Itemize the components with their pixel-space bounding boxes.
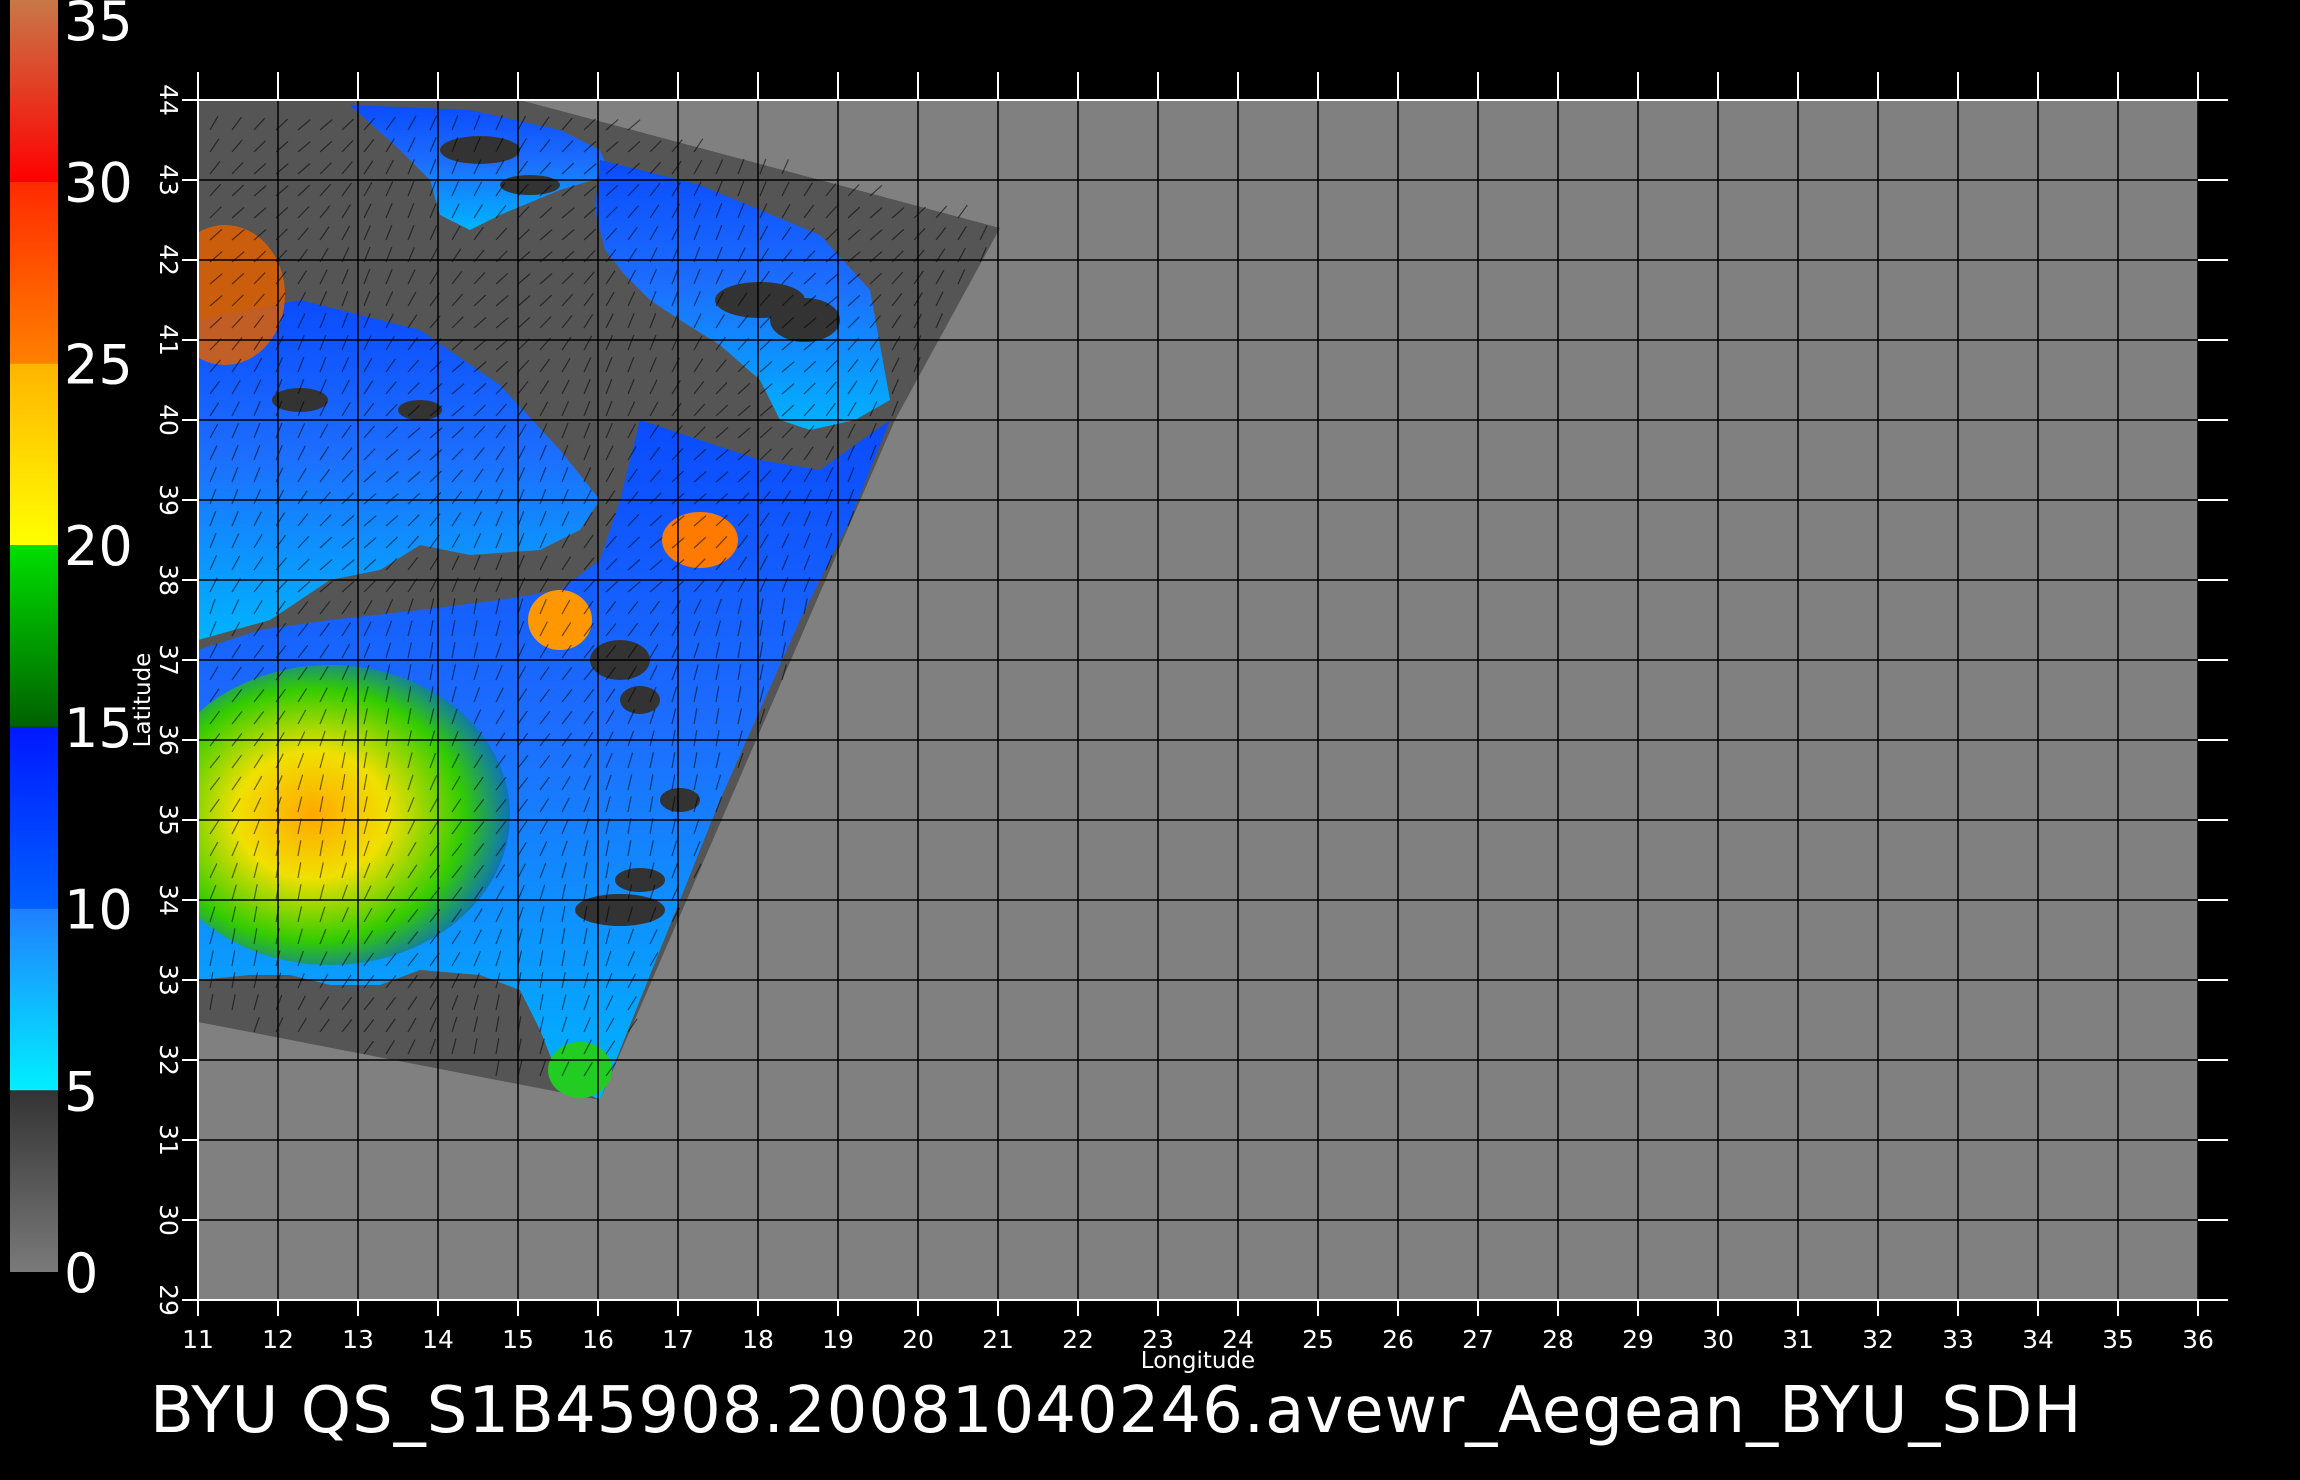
y-tick-label-43: 43 (154, 164, 183, 196)
colorbar-label-30: 30 (64, 152, 133, 215)
hotspot-ionian-islands (528, 590, 592, 650)
y-tick-label-40: 40 (154, 404, 183, 436)
x-tick-label-29: 29 (1622, 1325, 1654, 1354)
x-tick-label-21: 21 (982, 1325, 1014, 1354)
y-tick-label-42: 42 (154, 244, 183, 276)
colorbar-segments (10, 0, 58, 1272)
y-axis-title: Latitude (130, 653, 156, 748)
y-tick-label-29: 29 (154, 1284, 183, 1316)
y-tick-label-36: 36 (154, 724, 183, 756)
colorbar-segment-5-10 (10, 908, 58, 1091)
map-plot: 11 12 13 14 15 16 17 18 19 20 21 22 23 24 25 26 27 28 29 30… (130, 72, 2228, 1374)
y-tick-label-34: 34 (154, 884, 183, 916)
x-tick-label-16: 16 (582, 1325, 614, 1354)
y-tick-label-35: 35 (154, 804, 183, 836)
x-tick-label-20: 20 (902, 1325, 934, 1354)
x-tick-label-17: 17 (662, 1325, 694, 1354)
colorbar-label-20: 20 (64, 515, 133, 578)
colorbar: 35 30 25 20 15 10 5 0 (10, 0, 133, 1305)
x-tick-label-35: 35 (2102, 1325, 2134, 1354)
high-wind-core (198, 665, 510, 965)
colorbar-segment-20-25 (10, 363, 58, 546)
colorbar-label-15: 15 (64, 697, 133, 760)
x-tick-label-25: 25 (1302, 1325, 1334, 1354)
x-tick-label-14: 14 (422, 1325, 454, 1354)
colorbar-label-5: 5 (64, 1060, 98, 1123)
y-tick-label-44: 44 (154, 84, 183, 116)
x-tick-label-30: 30 (1702, 1325, 1734, 1354)
colorbar-segment-10-15 (10, 726, 58, 909)
x-tick-label-13: 13 (342, 1325, 374, 1354)
y-tick-label-32: 32 (154, 1044, 183, 1076)
x-tick-label-26: 26 (1382, 1325, 1414, 1354)
x-tick-label-19: 19 (822, 1325, 854, 1354)
x-axis-title: Longitude (1141, 1348, 1255, 1374)
x-tick-label-12: 12 (262, 1325, 294, 1354)
x-tick-label-22: 22 (1062, 1325, 1094, 1354)
y-tick-label-33: 33 (154, 964, 183, 996)
x-tick-label-31: 31 (1782, 1325, 1814, 1354)
x-tick-label-34: 34 (2022, 1325, 2054, 1354)
colorbar-segment-30-35 (10, 0, 58, 182)
colorbar-segment-15-20 (10, 545, 58, 727)
hotspot-south-tip (548, 1042, 612, 1098)
colorbar-label-0: 0 (64, 1242, 98, 1305)
x-tick-label-18: 18 (742, 1325, 774, 1354)
x-tick-label-11: 11 (182, 1325, 214, 1354)
x-tick-label-15: 15 (502, 1325, 534, 1354)
colorbar-segment-0-5 (10, 1090, 58, 1272)
colorbar-label-35: 35 (64, 0, 133, 53)
colorbar-labels: 35 30 25 20 15 10 5 0 (64, 0, 133, 1305)
y-tick-label-37: 37 (154, 644, 183, 676)
y-tick-label-30: 30 (154, 1204, 183, 1236)
x-tick-label-32: 32 (1862, 1325, 1894, 1354)
colorbar-label-10: 10 (64, 879, 133, 942)
x-tick-label-36: 36 (2182, 1325, 2214, 1354)
colorbar-segment-25-30 (10, 181, 58, 364)
colorbar-label-25: 25 (64, 333, 133, 396)
x-tick-label-27: 27 (1462, 1325, 1494, 1354)
x-tick-label-33: 33 (1942, 1325, 1974, 1354)
y-tick-label-31: 31 (154, 1124, 183, 1156)
wind-speed-map-figure: 35 30 25 20 15 10 5 0 11 12 13 14 15 16 17 18 1… (10, 0, 2228, 1448)
x-tick-label-28: 28 (1542, 1325, 1574, 1354)
figure-caption: BYU QS_S1B45908.20081040246.avewr_Aegean… (150, 1374, 2082, 1448)
y-tick-label-38: 38 (154, 564, 183, 596)
y-tick-label-39: 39 (154, 484, 183, 516)
y-tick-label-41: 41 (154, 324, 183, 356)
